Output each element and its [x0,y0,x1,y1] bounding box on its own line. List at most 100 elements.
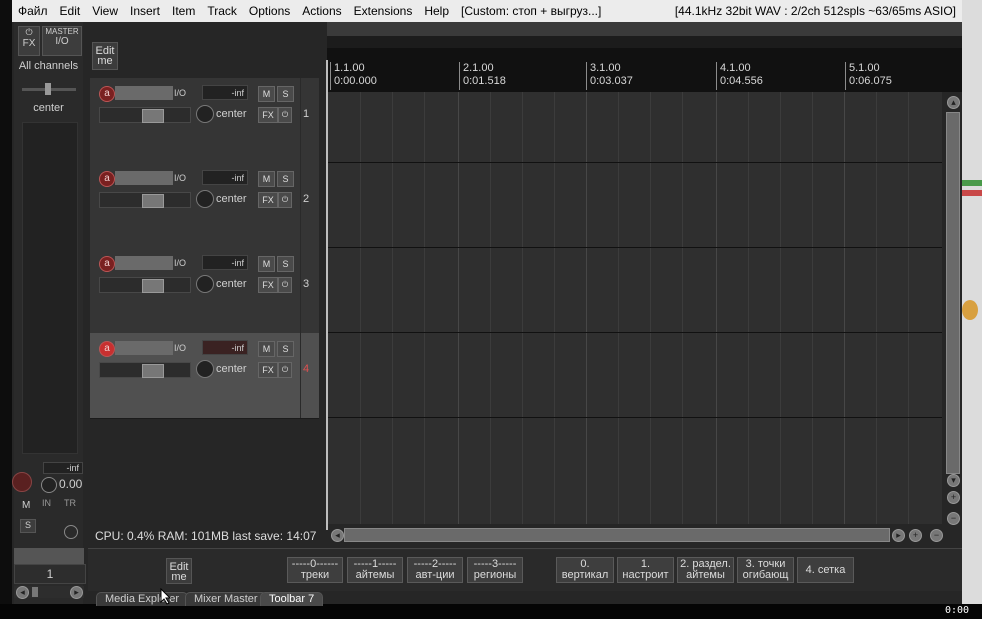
scroll-down-icon[interactable]: ▾ [947,474,960,487]
zoom-out-horizontal-icon[interactable]: − [930,529,943,542]
toolbar-button-grid[interactable]: 4. сетка [797,557,854,583]
toolbar-button-settings[interactable]: 1. настроит [617,557,674,583]
record-arm-icon[interactable]: a [99,171,115,187]
fx-button[interactable]: FX [258,192,278,208]
master-io-button[interactable]: MASTER I/O [42,26,82,56]
mixer-scroll-left-icon[interactable]: ◂ [16,586,29,599]
fx-button[interactable]: FX [258,277,278,293]
toolbar-button-line2: авт-ции [415,569,455,581]
master-tr-button[interactable]: TR [64,498,76,508]
track-io-button[interactable]: I/O [174,341,194,355]
master-volume-value: 0.00 [59,477,83,491]
arrange-view[interactable] [328,92,942,524]
horizontal-scroll-thumb[interactable] [344,528,890,542]
mixer-scroll-right-icon[interactable]: ▸ [70,586,83,599]
track-name-field[interactable] [115,86,173,100]
scroll-up-icon[interactable]: ▴ [947,96,960,109]
menu-options[interactable]: Options [243,4,296,18]
master-solo-button[interactable]: S [20,519,36,533]
toolbar-button-split-items[interactable]: 2. раздел. айтемы [677,557,734,583]
volume-fader[interactable] [99,277,191,293]
volume-fader[interactable] [99,362,191,378]
record-arm-icon[interactable]: a [99,86,115,102]
mute-button[interactable]: M [258,171,275,187]
record-arm-icon[interactable]: a [99,256,115,272]
track-io-button[interactable]: I/O [174,86,194,100]
solo-button[interactable]: S [277,341,294,357]
menu-track[interactable]: Track [201,4,243,18]
mixer-scrollbar[interactable]: ◂ ▸ [14,586,84,599]
track-row[interactable]: a I/O -inf M S center FX ⏻ 3 [90,248,319,334]
track-row[interactable]: a I/O -inf M S center FX ⏻ 1 [90,78,319,164]
toolbar-button-tracks[interactable]: -----0------ треки [287,557,343,583]
custom-title[interactable]: [Custom: стоп + выгруз...] [455,4,607,18]
ruler-mark: 1.1.00 0:00.000 [330,62,377,90]
toolbar-button-vertical[interactable]: 0. вертикал [556,557,614,583]
all-channels-label[interactable]: All channels [14,60,83,72]
zoom-in-horizontal-icon[interactable]: + [909,529,922,542]
record-arm-icon[interactable]: a [99,341,115,357]
mixer-scroll-thumb[interactable] [32,587,38,597]
menu-insert[interactable]: Insert [124,4,166,18]
fx-bypass-icon[interactable]: ⏻ [278,192,292,208]
pan-knob[interactable] [196,105,214,123]
master-fx-button[interactable]: ⏻ FX [18,26,40,56]
toolbar-button-line2: треки [300,569,330,581]
menu-help[interactable]: Help [418,4,455,18]
tab-media-explorer[interactable]: Media Explorer [96,592,188,606]
scroll-right-icon[interactable]: ▸ [892,529,905,542]
track-counter[interactable]: 1 [14,564,86,584]
edit-me-button[interactable]: Edit me [92,42,118,70]
track-io-button[interactable]: I/O [174,171,194,185]
pan-knob[interactable] [196,190,214,208]
scroll-left-icon[interactable]: ◂ [331,529,344,542]
fx-button[interactable]: FX [258,362,278,378]
volume-fader[interactable] [99,107,191,123]
menu-item[interactable]: Item [166,4,201,18]
menu-actions[interactable]: Actions [296,4,347,18]
zoom-out-vertical-icon[interactable]: − [947,512,960,525]
track-name-field[interactable] [115,171,173,185]
mute-button[interactable]: M [258,341,275,357]
track-name-field[interactable] [115,256,173,270]
solo-button[interactable]: S [277,86,294,102]
menu-edit[interactable]: Edit [54,4,87,18]
tab-mixer-master[interactable]: Mixer Master [185,592,267,606]
menu-file[interactable]: Файл [12,4,54,18]
track-row[interactable]: a I/O -inf M S center FX ⏻ 2 [90,163,319,249]
tab-toolbar-7[interactable]: Toolbar 7 [260,592,324,606]
toolbar-button-regions[interactable]: -----3----- регионы [467,557,523,583]
ruler-time-label: 0:01.518 [463,75,506,87]
mute-button[interactable]: M [258,256,275,272]
track-name-field[interactable] [115,341,173,355]
master-mute-button[interactable]: M [22,500,30,511]
audio-status[interactable]: [44.1kHz 32bit WAV : 2/2ch 512spls ~63/6… [669,4,962,18]
fx-bypass-icon[interactable]: ⏻ [278,277,292,293]
fx-button[interactable]: FX [258,107,278,123]
master-phase-icon[interactable] [64,525,78,539]
mute-button[interactable]: M [258,86,275,102]
fx-bypass-icon[interactable]: ⏻ [278,107,292,123]
fx-bypass-icon[interactable]: ⏻ [278,362,292,378]
pan-knob[interactable] [196,275,214,293]
master-pan-handle[interactable] [45,83,51,95]
vertical-scroll-thumb[interactable] [946,112,960,474]
solo-button[interactable]: S [277,256,294,272]
master-in-button[interactable]: IN [42,498,51,508]
menu-extensions[interactable]: Extensions [348,4,419,18]
menu-view[interactable]: View [86,4,124,18]
solo-button[interactable]: S [277,171,294,187]
master-volume-knob[interactable] [41,477,57,493]
toolbar-button-envelope-points[interactable]: 3. точки огибающ [737,557,794,583]
ruler-bar-label: 2.1.00 [463,62,494,74]
toolbar-edit-me-button[interactable]: Edit me [166,558,192,584]
timeline-ruler[interactable]: 1.1.00 0:00.000 2.1.00 0:01.518 3.1.00 0:03… [327,48,962,92]
volume-fader[interactable] [99,192,191,208]
pan-knob[interactable] [196,360,214,378]
track-io-button[interactable]: I/O [174,256,194,270]
zoom-in-vertical-icon[interactable]: + [947,491,960,504]
playhead-cursor[interactable] [326,60,328,530]
toolbar-button-automation[interactable]: -----2----- авт-ции [407,557,463,583]
toolbar-button-items[interactable]: -----1----- айтемы [347,557,403,583]
track-row-selected[interactable]: a I/O -inf M S center FX ⏻ 4 [90,333,319,419]
